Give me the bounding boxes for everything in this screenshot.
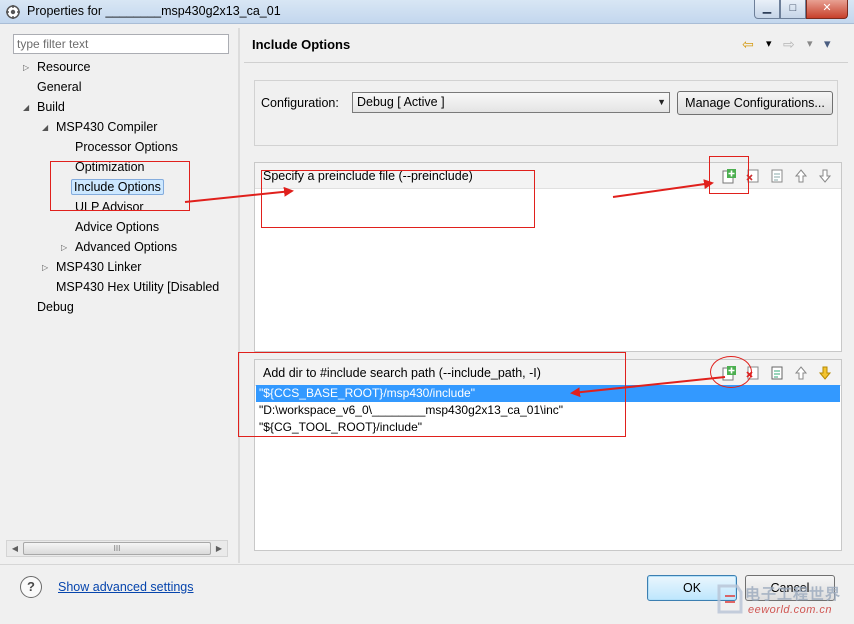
- tree-item-msp430-hex-utility[interactable]: MSP430 Hex Utility [Disabled: [54, 278, 221, 297]
- expand-icon[interactable]: ▷: [42, 264, 50, 272]
- tree-item-advanced-options[interactable]: ▷ Advanced Options: [61, 238, 179, 257]
- close-button[interactable]: ✕: [806, 0, 848, 19]
- annotation-box-preinclude: [261, 170, 535, 228]
- back-dropdown-icon[interactable]: ▾: [766, 35, 772, 53]
- show-advanced-settings-link[interactable]: Show advanced settings: [58, 580, 194, 594]
- title-bar: Properties for ________msp430g2x13_ca_01…: [0, 0, 854, 24]
- horizontal-scrollbar[interactable]: ◀ III ▶: [6, 540, 228, 557]
- maximize-button[interactable]: □: [780, 0, 806, 19]
- expand-icon[interactable]: ▷: [23, 64, 31, 72]
- tree-item-general[interactable]: General: [35, 78, 83, 97]
- settings-tree: ▷ Resource General ◢ Build ◢ MSP430 Comp…: [6, 58, 238, 558]
- page-title: Include Options: [252, 37, 351, 52]
- dropdown-arrow-icon[interactable]: ▼: [657, 93, 666, 112]
- watermark-cn: 电子工程世界: [745, 586, 842, 603]
- tree-item-build[interactable]: ◢ Build: [23, 98, 67, 117]
- configuration-label: Configuration:: [261, 96, 339, 110]
- nav-toolbar: ⇦ ▾ ⇨ ▾ ▾: [742, 35, 842, 53]
- expand-icon[interactable]: ▷: [61, 244, 69, 252]
- tree-item-advice-options[interactable]: Advice Options: [73, 218, 161, 237]
- scroll-left-icon[interactable]: ◀: [7, 541, 23, 556]
- annotation-circle-add: [710, 356, 752, 388]
- watermark-text: eeworld.com.cn: [748, 604, 833, 616]
- filter-input[interactable]: [13, 34, 229, 54]
- edit-icon[interactable]: [767, 166, 787, 186]
- tree-item-msp430-compiler[interactable]: ◢ MSP430 Compiler: [42, 118, 159, 137]
- app-icon: [6, 5, 20, 19]
- help-icon[interactable]: ?: [20, 576, 42, 598]
- manage-configurations-button[interactable]: Manage Configurations...: [677, 91, 833, 115]
- scroll-thumb[interactable]: III: [23, 542, 211, 555]
- annotation-box-tree: [50, 161, 190, 211]
- tree-item-resource[interactable]: ▷ Resource: [23, 58, 93, 77]
- scroll-right-icon[interactable]: ▶: [211, 541, 227, 556]
- annotation-box-include-path: [238, 352, 626, 437]
- tree-item-debug[interactable]: Debug: [35, 298, 76, 317]
- window-title: Properties for ________msp430g2x13_ca_01: [27, 4, 281, 18]
- left-pane: ▷ Resource General ◢ Build ◢ MSP430 Comp…: [6, 30, 234, 560]
- forward-arrow-icon[interactable]: ⇨: [783, 35, 795, 53]
- tree-item-processor-options[interactable]: Processor Options: [73, 138, 180, 157]
- watermark-icon: [717, 584, 743, 614]
- minimize-button[interactable]: ▁: [754, 0, 780, 19]
- move-down-icon[interactable]: [815, 363, 835, 383]
- collapse-icon[interactable]: ◢: [23, 104, 31, 112]
- configuration-select[interactable]: Debug [ Active ] ▼: [352, 92, 670, 113]
- annotation-box-add: [709, 156, 749, 194]
- watermark-logo: 电子工程世界 eeworld.com.cn: [715, 582, 849, 620]
- footer-divider: [0, 564, 854, 565]
- move-up-icon[interactable]: [791, 166, 811, 186]
- collapse-icon[interactable]: ◢: [42, 124, 50, 132]
- pane-splitter[interactable]: [238, 28, 240, 563]
- back-arrow-icon[interactable]: ⇦: [742, 35, 754, 53]
- edit-icon[interactable]: [767, 363, 787, 383]
- forward-dropdown-icon[interactable]: ▾: [807, 35, 813, 53]
- view-menu-icon[interactable]: ▾: [824, 35, 831, 53]
- configuration-value: Debug [ Active ]: [357, 95, 445, 109]
- move-down-icon[interactable]: [815, 166, 835, 186]
- tree-item-msp430-linker[interactable]: ▷ MSP430 Linker: [42, 258, 143, 277]
- header-divider: [244, 62, 848, 63]
- move-up-icon[interactable]: [791, 363, 811, 383]
